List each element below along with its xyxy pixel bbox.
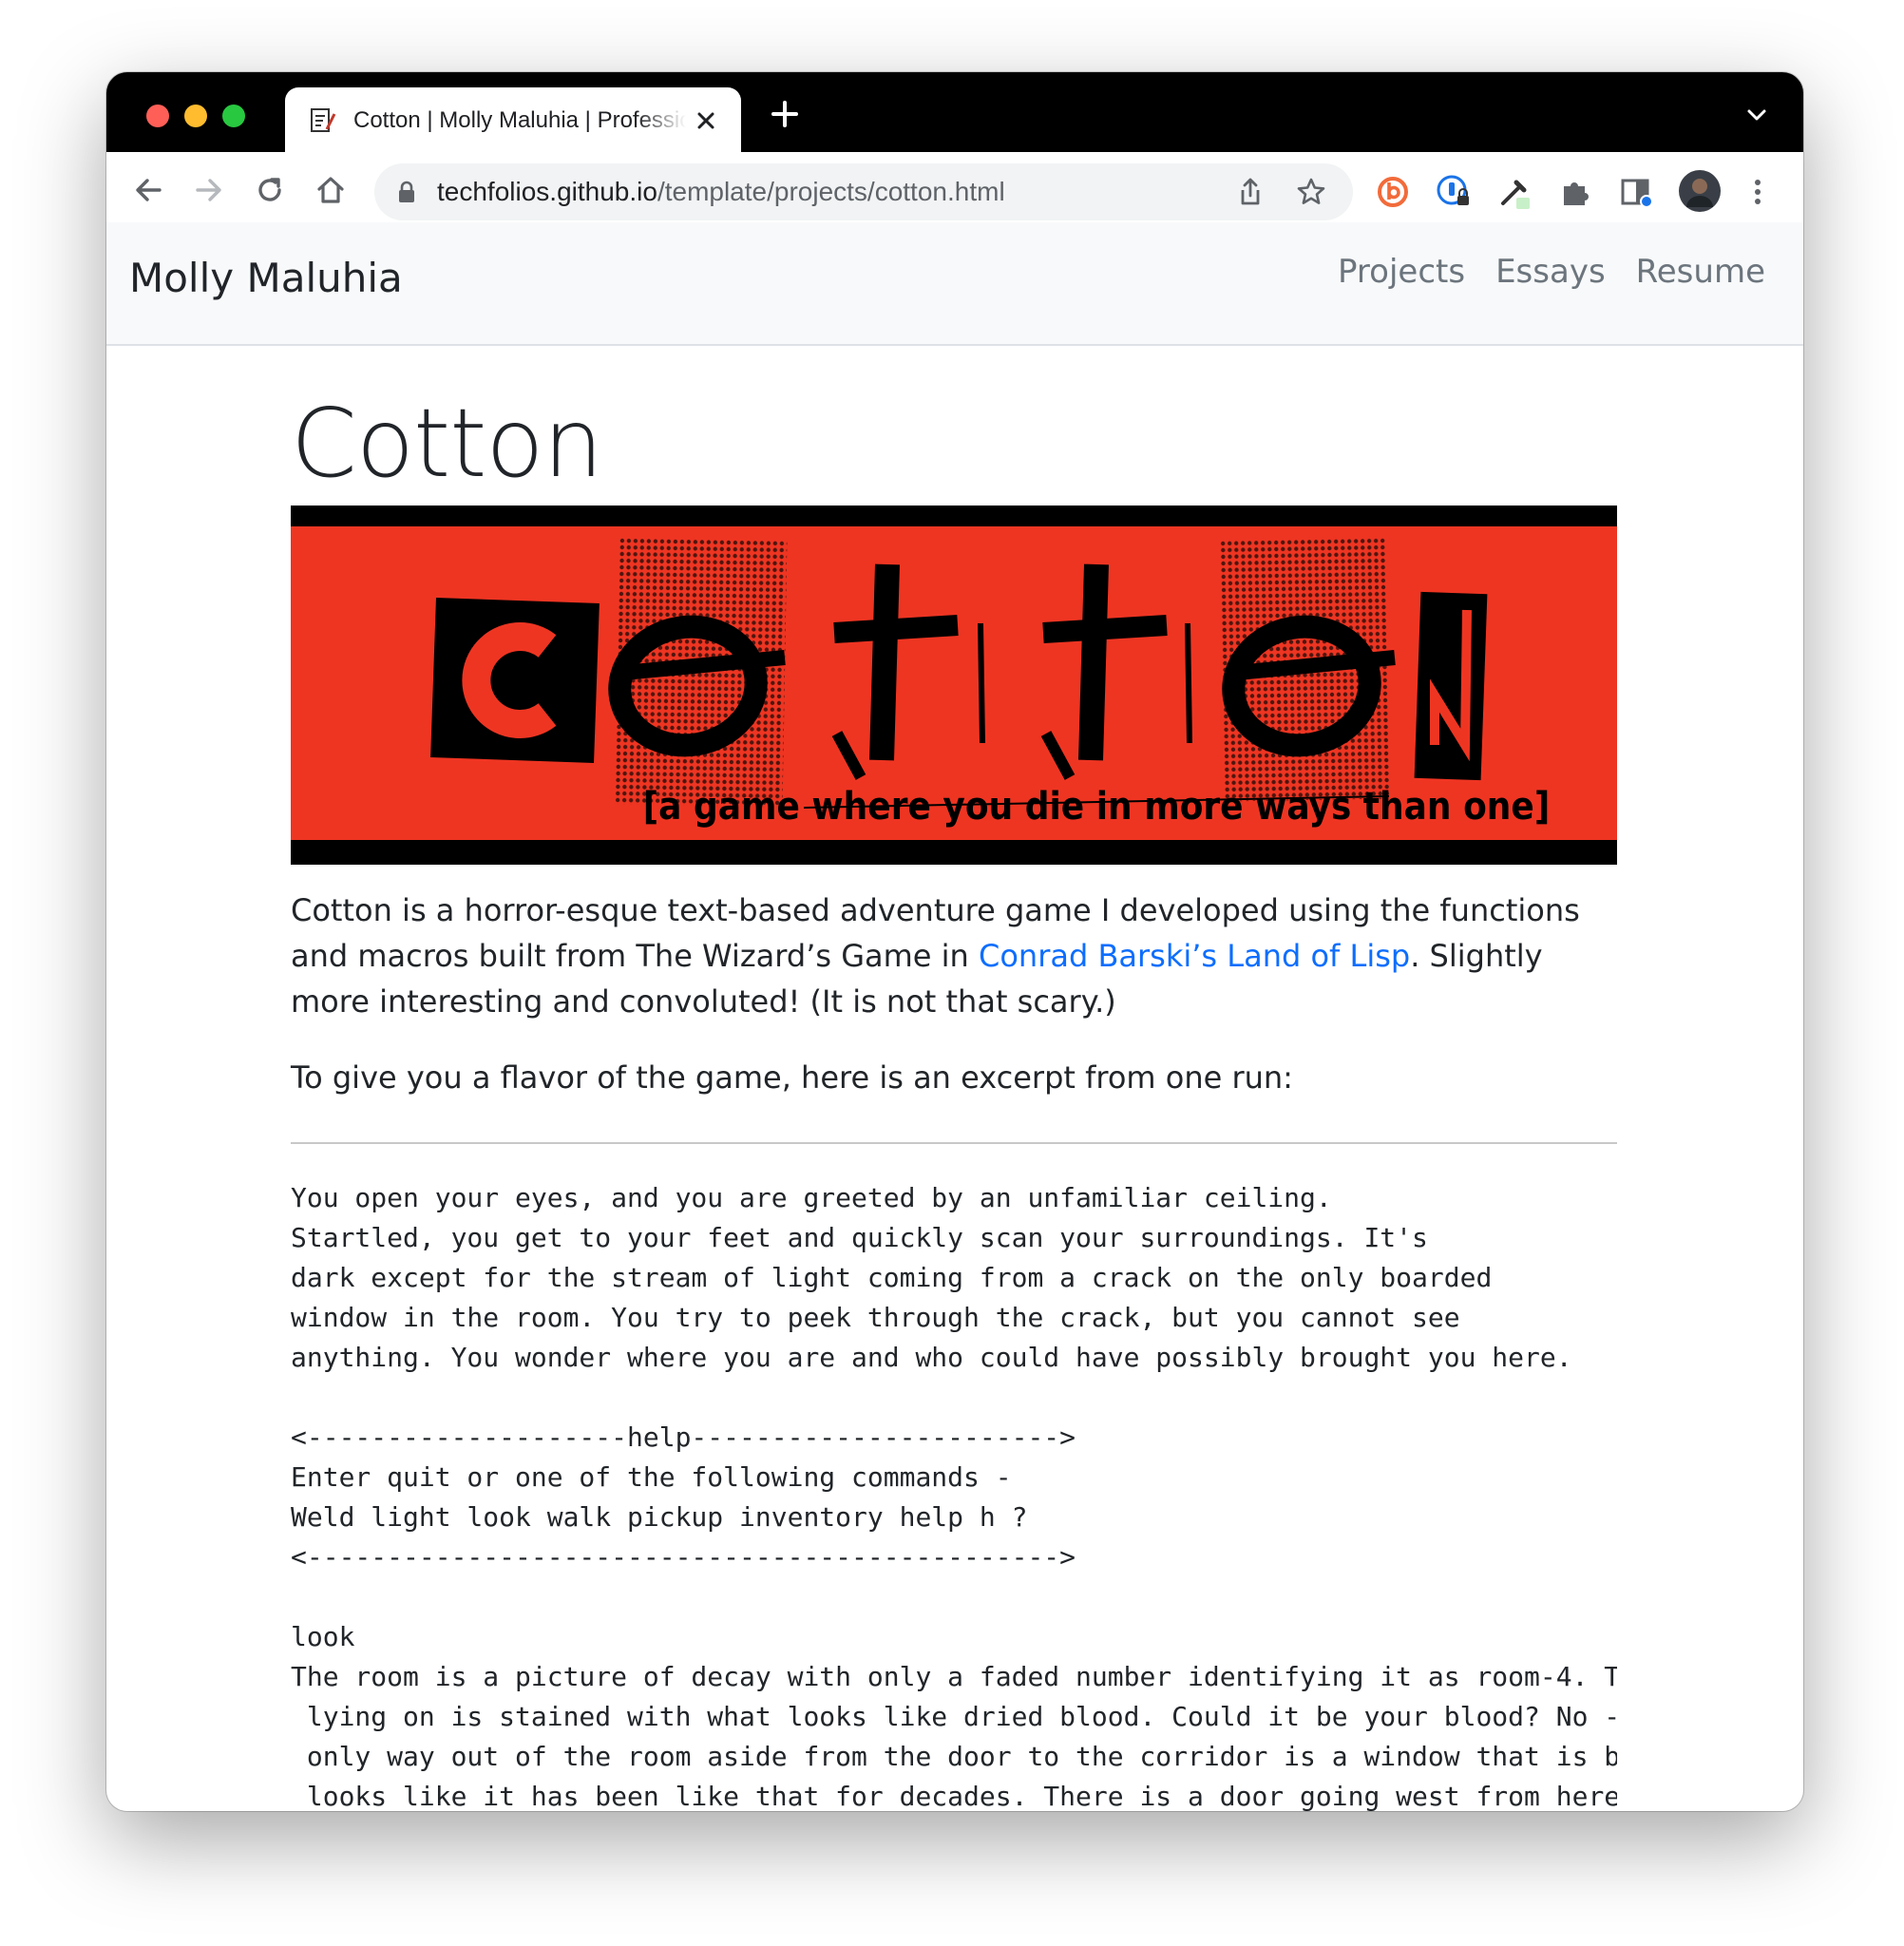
tab-title: Cotton | Molly Maluhia | Professional Po… <box>353 107 686 133</box>
reload-icon[interactable] <box>253 173 287 207</box>
url-host: techfolios.github.io <box>437 177 657 206</box>
profile-avatar[interactable] <box>1678 169 1722 213</box>
url-text[interactable]: techfolios.github.io/template/projects/c… <box>437 163 1005 220</box>
minimize-window-button[interactable] <box>184 105 207 127</box>
browser-menu-icon[interactable] <box>1739 173 1777 211</box>
nav-links: Projects Essays Resume <box>1338 253 1765 291</box>
game-excerpt-code[interactable]: You open your eyes, and you are greeted … <box>291 1178 1617 1811</box>
bookmark-star-icon[interactable] <box>1294 175 1328 209</box>
land-of-lisp-link[interactable]: Conrad Barski’s Land of Lisp <box>979 938 1410 974</box>
nav-link-essays[interactable]: Essays <box>1495 253 1606 291</box>
zoom-window-button[interactable] <box>222 105 245 127</box>
active-tab[interactable]: Cotton | Molly Maluhia | Professional Po… <box>285 87 741 152</box>
resume-favicon-icon <box>311 108 336 132</box>
password-manager-icon[interactable] <box>1435 173 1473 211</box>
nav-link-projects[interactable]: Projects <box>1338 253 1465 291</box>
divider <box>291 1142 1617 1144</box>
tab-search-chevron-icon[interactable] <box>1742 101 1771 129</box>
share-icon[interactable] <box>1233 175 1267 209</box>
close-window-button[interactable] <box>146 105 169 127</box>
back-arrow-icon[interactable] <box>131 173 165 207</box>
nav-link-resume[interactable]: Resume <box>1636 253 1765 291</box>
address-bar[interactable]: techfolios.github.io/template/projects/c… <box>374 163 1353 220</box>
banner-tagline: [a game where you die in more ways than … <box>643 785 1551 829</box>
new-tab-icon[interactable] <box>768 97 802 131</box>
url-path: /template/projects/cotton.html <box>657 177 1005 206</box>
site-navbar: Molly Maluhia Projects Essays Resume <box>106 222 1803 346</box>
title-bar: Cotton | Molly Maluhia | Professional Po… <box>106 72 1803 152</box>
tab-close-icon[interactable] <box>694 108 718 133</box>
site-brand[interactable]: Molly Maluhia <box>129 255 403 301</box>
browser-window: Cotton | Molly Maluhia | Professional Po… <box>106 72 1803 1811</box>
reading-list-icon[interactable] <box>1617 173 1655 211</box>
page-title: Cotton <box>291 388 603 499</box>
extensions-puzzle-icon[interactable] <box>1556 173 1594 211</box>
intro-paragraph: Cotton is a horror-esque text-based adve… <box>291 887 1617 1024</box>
color-picker-icon[interactable] <box>1495 173 1533 211</box>
extension-b-icon[interactable] <box>1374 173 1412 211</box>
cotton-banner-image: [a game where you die in more ways than … <box>291 506 1617 865</box>
forward-arrow-icon[interactable] <box>192 173 226 207</box>
excerpt-intro: To give you a flavor of the game, here i… <box>291 1059 1293 1096</box>
lock-icon[interactable] <box>397 181 416 203</box>
home-icon[interactable] <box>314 173 348 207</box>
